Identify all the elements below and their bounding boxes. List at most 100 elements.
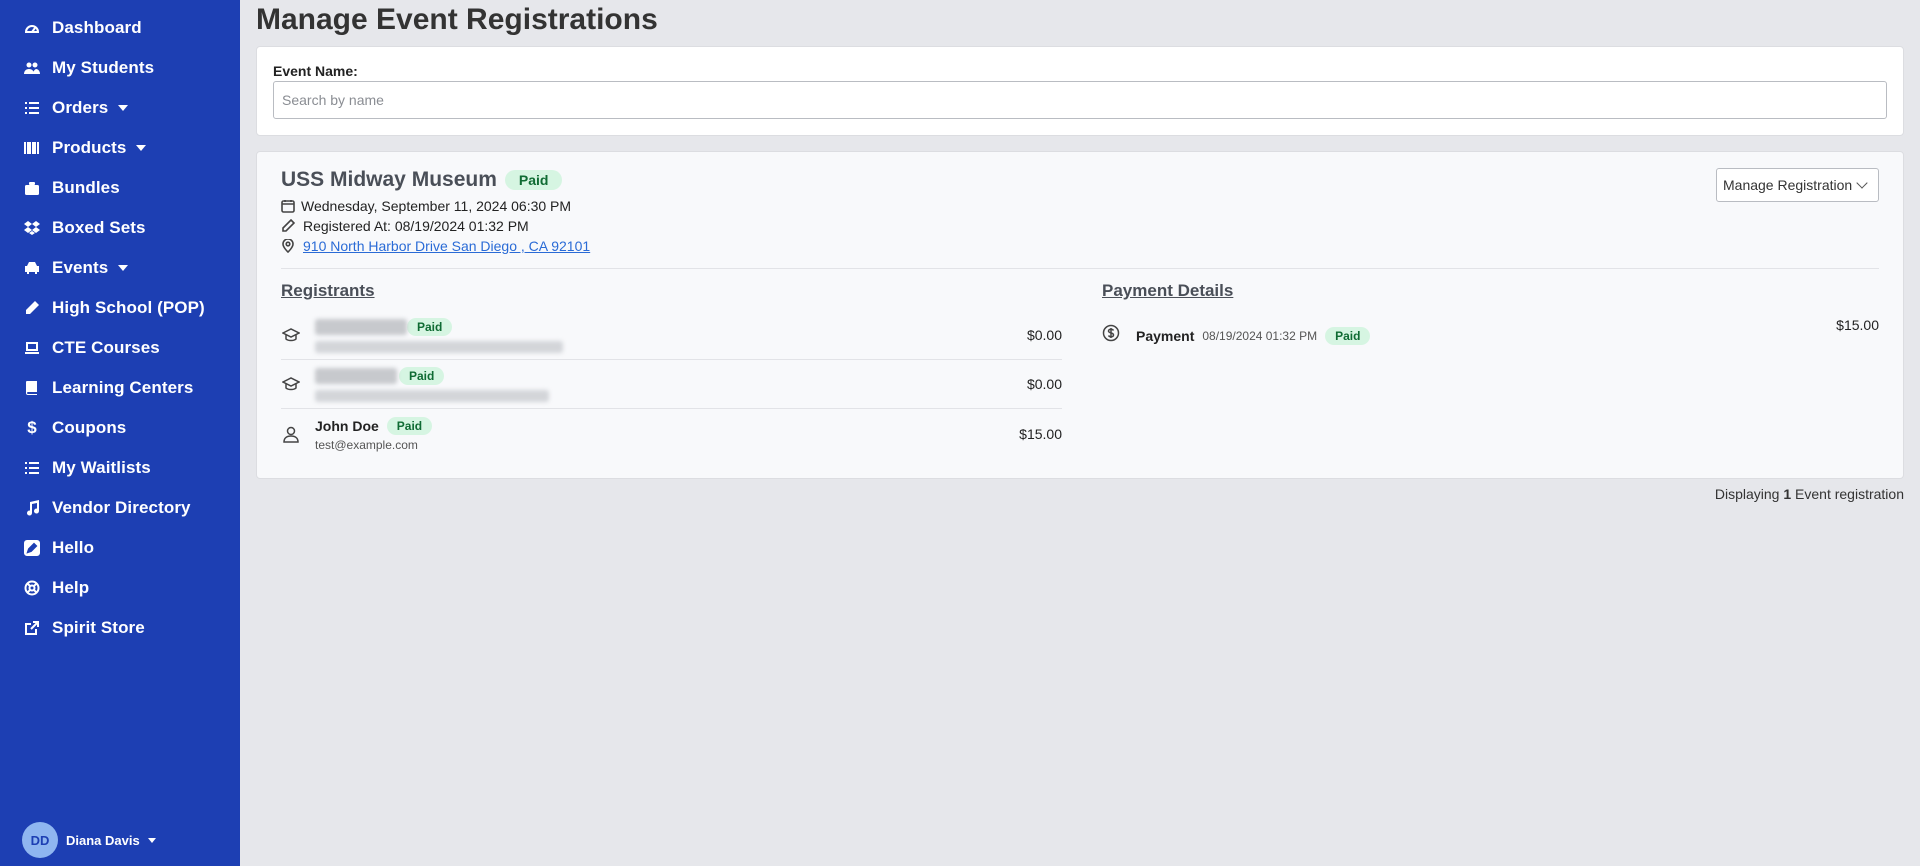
list-icon [22, 458, 42, 478]
chevron-down-icon [118, 265, 129, 271]
address-row: 910 North Harbor Drive San Diego , CA 92… [281, 236, 1879, 256]
details-columns: Registrants Paid $0.00 Paid $0.00 John D… [281, 281, 1879, 458]
page-title: Manage Event Registrations [256, 3, 658, 36]
dropbox-icon [22, 218, 42, 238]
payment-row: Payment 08/19/2024 01:32 PM Paid $15.00 [1102, 311, 1879, 360]
registrant-email: test@example.com [315, 437, 418, 452]
user-name: Diana Davis [66, 832, 140, 848]
registrant-info: Paid [315, 317, 1027, 353]
filter-card: Event Name: [256, 46, 1904, 136]
sidebar-item-coupons[interactable]: $ Coupons [0, 408, 240, 448]
sidebar-item-bundles[interactable]: Bundles [0, 168, 240, 208]
calendar-icon [281, 199, 295, 213]
list-item[interactable]: Paid $0.00 [281, 360, 1062, 409]
manage-registration-label: Manage Registration [1723, 177, 1853, 193]
address-link[interactable]: 910 North Harbor Drive San Diego , CA 92… [303, 238, 590, 254]
users-icon [22, 58, 42, 78]
registrant-name: John Doe [315, 417, 379, 434]
sidebar-item-dashboard[interactable]: Dashboard [0, 8, 240, 48]
payment-date: 08/19/2024 01:32 PM [1202, 328, 1318, 343]
list-item[interactable]: Paid $0.00 [281, 311, 1062, 360]
chevron-down-icon [136, 145, 147, 151]
avatar: DD [22, 822, 58, 858]
sidebar-item-my-waitlists[interactable]: My Waitlists [0, 448, 240, 488]
sidebar-item-label: My Students [52, 58, 155, 77]
status-badge: Paid [399, 367, 445, 385]
list-icon [22, 98, 42, 118]
sidebar-item-label: Hello [52, 538, 95, 557]
event-header: USS Midway Museum Paid [281, 168, 1879, 192]
briefcase-icon [22, 178, 42, 198]
map-pin-icon [281, 239, 295, 253]
registrant-amount: $0.00 [1026, 327, 1062, 343]
sidebar-item-hello[interactable]: Hello [0, 528, 240, 568]
redacted-name [315, 319, 407, 335]
event-card: USS Midway Museum Paid Wednesday, Septem… [256, 151, 1904, 479]
sidebar-item-events[interactable]: Events [0, 248, 240, 288]
sidebar-item-label: Vendor Directory [52, 498, 191, 517]
list-item[interactable]: John Doe Paid test@example.com $15.00 [281, 409, 1062, 458]
sidebar-item-cte-courses[interactable]: CTE Courses [0, 328, 240, 368]
redacted-email [315, 341, 563, 353]
results-count: Displaying 1 Event registration [1715, 486, 1904, 502]
edit-square-icon [22, 538, 42, 558]
registrants-section: Registrants Paid $0.00 Paid $0.00 John D… [281, 281, 1062, 458]
search-input[interactable] [273, 81, 1887, 119]
sidebar-item-learning-centers[interactable]: Learning Centers [0, 368, 240, 408]
status-badge: Paid [386, 416, 433, 435]
registrant-name-line: Paid [315, 317, 1027, 337]
sidebar-item-help[interactable]: Help [0, 568, 240, 608]
user-icon [281, 424, 301, 444]
car-icon [22, 258, 42, 278]
results-count-number: 1 [1783, 486, 1792, 502]
external-link-icon [22, 618, 42, 638]
manage-registration-dropdown[interactable]: Manage Registration [1716, 168, 1879, 202]
sidebar-item-high-school[interactable]: High School (POP) [0, 288, 240, 328]
dashboard-icon [22, 18, 42, 38]
registrant-name-line: John Doe Paid [315, 416, 1019, 436]
sidebar-item-label: Learning Centers [52, 378, 194, 397]
registrant-amount: $15.00 [1019, 425, 1062, 442]
graduation-cap-icon [281, 374, 301, 394]
pencil-icon [22, 298, 42, 318]
sidebar-item-orders[interactable]: Orders [0, 88, 240, 128]
user-menu[interactable]: DD Diana Davis [22, 822, 156, 858]
sidebar-item-label: Boxed Sets [52, 218, 146, 237]
sidebar-item-label: Products [52, 138, 127, 157]
event-datetime: Wednesday, September 11, 2024 06:30 PM [301, 198, 572, 214]
results-count-suffix: Event registration [1795, 486, 1904, 502]
sidebar-item-label: High School (POP) [52, 298, 205, 317]
redacted-email [315, 390, 549, 402]
divider [281, 268, 1879, 269]
chevron-down-icon [118, 105, 129, 111]
registrant-info: John Doe Paid test@example.com [315, 416, 1019, 452]
sidebar-item-boxed-sets[interactable]: Boxed Sets [0, 208, 240, 248]
payment-label: Payment [1136, 327, 1195, 344]
sidebar-item-vendor-directory[interactable]: Vendor Directory [0, 488, 240, 528]
dollar-icon: $ [27, 418, 37, 437]
sidebar-item-products[interactable]: Products [0, 128, 240, 168]
payment-details-title: Payment Details [1102, 281, 1234, 300]
music-icon [22, 498, 42, 518]
event-title: USS Midway Museum [281, 168, 497, 191]
sidebar-item-my-students[interactable]: My Students [0, 48, 240, 88]
registrant-info: Paid [315, 366, 1027, 402]
registered-at: Registered At: 08/19/2024 01:32 PM [303, 218, 529, 234]
sidebar-item-label: Coupons [52, 418, 127, 437]
laptop-icon [22, 338, 42, 358]
payment-amount: $15.00 [1836, 317, 1879, 333]
chevron-down-icon [147, 837, 156, 843]
sidebar-item-label: Help [52, 578, 90, 597]
registrant-amount: $0.00 [1026, 376, 1062, 392]
lifebuoy-icon [22, 578, 42, 598]
registrants-title: Registrants [281, 281, 375, 300]
sidebar-item-label: Spirit Store [52, 618, 145, 637]
payment-details-section: Payment Details Payment 08/19/2024 01:32… [1102, 281, 1879, 458]
sidebar-item-label: Events [52, 258, 109, 277]
sidebar-item-spirit-store[interactable]: Spirit Store [0, 608, 240, 648]
event-datetime-row: Wednesday, September 11, 2024 06:30 PM [281, 196, 1879, 216]
results-count-prefix: Displaying [1714, 486, 1780, 502]
event-name-label: Event Name: [273, 63, 358, 79]
registrant-name-line: Paid [315, 366, 1027, 386]
redacted-name [315, 368, 397, 384]
